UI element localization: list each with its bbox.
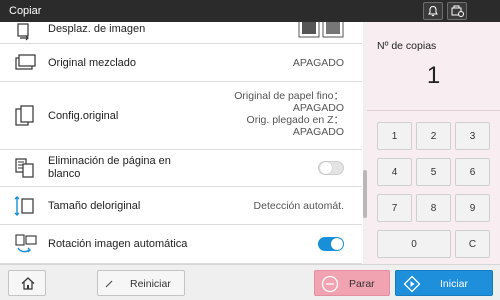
key-7[interactable]: 7 bbox=[377, 194, 412, 222]
copies-panel: Nº de copias 1 1 2 3 4 5 6 7 8 9 0 C bbox=[367, 22, 500, 264]
auto-rotate-toggle[interactable] bbox=[318, 237, 344, 251]
blank-page-removal-icon bbox=[15, 158, 34, 178]
header-bar: Copiar bbox=[0, 0, 500, 22]
toggle-knob bbox=[331, 238, 343, 250]
auto-rotate-icon bbox=[15, 234, 37, 253]
stop-icon bbox=[321, 275, 339, 293]
row-value-line: Original de papel fino： bbox=[234, 90, 344, 102]
copies-label: Nº de copias bbox=[377, 40, 437, 52]
key-4[interactable]: 4 bbox=[377, 158, 412, 186]
start-label: Iniciar bbox=[440, 278, 469, 290]
key-6[interactable]: 6 bbox=[455, 158, 490, 186]
key-1[interactable]: 1 bbox=[377, 122, 412, 150]
key-9[interactable]: 9 bbox=[455, 194, 490, 222]
key-2[interactable]: 2 bbox=[416, 122, 451, 150]
row-label: Desplaz. de imagen bbox=[48, 23, 146, 35]
row-label: Rotación imagen automática bbox=[48, 238, 188, 250]
original-settings-icon bbox=[15, 105, 34, 126]
divider bbox=[367, 110, 500, 111]
row-original-size[interactable]: Tamaño deloriginal Detección automát. bbox=[0, 187, 362, 225]
device-status-button[interactable] bbox=[447, 2, 467, 20]
home-button[interactable] bbox=[8, 270, 46, 296]
row-label: Tamaño deloriginal bbox=[48, 200, 141, 212]
footer-bar: Reiniciar Parar Iniciar bbox=[0, 264, 500, 300]
key-5[interactable]: 5 bbox=[416, 158, 451, 186]
row-label: Original mezclado bbox=[48, 57, 137, 69]
row-blank-page-removal[interactable]: Eliminación de página en blanco bbox=[0, 150, 362, 187]
key-3[interactable]: 3 bbox=[455, 122, 490, 150]
stop-label: Parar bbox=[349, 278, 375, 290]
key-8[interactable]: 8 bbox=[416, 194, 451, 222]
image-shift-preview-icon bbox=[298, 22, 344, 38]
row-mixed-original[interactable]: Original mezclado APAGADO bbox=[0, 44, 362, 82]
mixed-original-icon bbox=[15, 54, 36, 70]
row-label-line: blanco bbox=[48, 168, 81, 180]
bell-icon bbox=[428, 5, 438, 17]
row-label: Config.original bbox=[48, 110, 119, 122]
reset-button[interactable]: Reiniciar bbox=[97, 270, 185, 296]
row-value-line: Orig. plegado en Z： bbox=[246, 114, 344, 126]
reset-icon bbox=[105, 280, 113, 288]
toggle-knob bbox=[320, 162, 332, 174]
home-icon bbox=[21, 277, 35, 290]
start-icon bbox=[403, 275, 421, 293]
key-clear[interactable]: C bbox=[455, 230, 490, 258]
device-status-icon bbox=[451, 5, 464, 17]
settings-list: Desplaz. de imagen Original mezclado APA… bbox=[0, 22, 362, 264]
start-button[interactable]: Iniciar bbox=[395, 270, 493, 296]
reset-label: Reiniciar bbox=[130, 278, 171, 290]
copies-value: 1 bbox=[426, 62, 441, 89]
notification-button[interactable] bbox=[423, 2, 443, 20]
row-original-settings[interactable]: Config.original Original de papel fino： … bbox=[0, 82, 362, 150]
app-title: Copiar bbox=[9, 5, 42, 17]
row-auto-rotate[interactable]: Rotación imagen automática bbox=[0, 225, 362, 264]
original-size-icon bbox=[14, 196, 34, 216]
blank-page-removal-toggle[interactable] bbox=[318, 161, 344, 175]
row-value-line: APAGADO bbox=[292, 126, 344, 138]
stop-button[interactable]: Parar bbox=[314, 270, 390, 296]
row-label-line: Eliminación de página en bbox=[48, 155, 171, 167]
row-image-shift[interactable]: Desplaz. de imagen bbox=[0, 22, 362, 44]
row-value: Detección automát. bbox=[253, 200, 344, 212]
row-value-line: APAGADO bbox=[292, 102, 344, 114]
image-shift-icon bbox=[17, 23, 29, 41]
key-0[interactable]: 0 bbox=[377, 230, 451, 258]
row-value: APAGADO bbox=[292, 57, 344, 69]
